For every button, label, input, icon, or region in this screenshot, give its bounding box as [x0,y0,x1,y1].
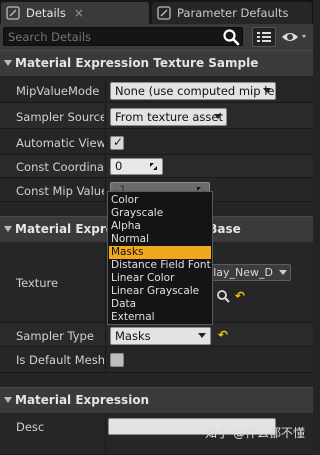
parameter-defaults-icon [157,6,171,20]
menu-item-grayscale[interactable]: Grayscale [109,207,211,220]
tab-parameter-defaults-label: Parameter Defaults [177,6,289,20]
chevron-down-icon [214,114,222,119]
expand-arrow-icon [4,60,12,66]
mip-value-mode-combo[interactable]: None (use computed mip level) [110,82,276,100]
texture-asset-name: T_Brick_Clay_New_D [211,266,273,279]
chevron-down-icon [198,333,206,338]
sampler-source-combo[interactable]: From texture asset [110,108,227,126]
menu-item-color[interactable]: Color [109,194,211,207]
reset-arrow-icon[interactable]: ↶ [218,328,228,342]
automatic-view-mip-bias-checkbox[interactable]: ✓ [110,135,124,150]
menu-item-linear-grayscale[interactable]: Linear Grayscale [109,285,211,298]
menu-item-alpha[interactable]: Alpha [109,220,211,233]
drag-handle-icon [150,163,157,170]
is-default-meshpaint-label: Is Default Meshpaint Texture [16,353,104,367]
sampler-type-combo[interactable]: Masks [110,327,211,345]
column-splitter[interactable] [105,243,106,373]
watermark: 知乎 @什么都不懂 [205,426,305,440]
details-icon [6,6,20,20]
view-options-button[interactable] [252,27,276,47]
menu-item-external[interactable]: External [109,311,211,324]
chevron-down-icon [279,270,287,275]
sampler-type-label: Sampler Type [16,329,94,343]
close-icon[interactable]: × [74,6,84,20]
checkmark-icon: ✓ [113,135,124,149]
sampler-source-value: From texture asset [115,110,223,124]
const-mip-value-label: Const Mip Value [16,184,104,198]
const-coordinate-label: Const Coordinate [16,160,104,174]
menu-item-data[interactable]: Data [109,298,211,311]
automatic-view-mip-bias-label: Automatic View Mip Bias [16,136,104,150]
visibility-options-button[interactable] [280,28,310,46]
column-splitter[interactable] [105,77,106,202]
menu-item-distance-field-font[interactable]: Distance Field Font [109,259,211,272]
list-view-icon [257,32,271,42]
is-default-meshpaint-checkbox[interactable] [110,353,124,367]
tab-details[interactable]: Details × [1,2,149,24]
column-splitter[interactable] [105,414,106,455]
texture-label: Texture [16,276,59,290]
desc-label: Desc [16,420,45,434]
sampler-type-value: Masks [115,329,151,343]
category-label: Material Expression [15,393,150,407]
menu-item-masks[interactable]: Masks [109,246,211,259]
search-icon[interactable] [222,28,240,46]
category-label: Material Expression Texture Sample [15,56,259,70]
const-coordinate-value: 0 [115,159,123,173]
category-material-expression[interactable]: Material Expression [0,387,313,413]
mip-value-mode-value: None (use computed mip level) [115,84,275,98]
menu-item-normal[interactable]: Normal [109,233,211,246]
search-input[interactable] [3,27,243,46]
sampler-type-dropdown-menu: Color Grayscale Alpha Normal Masks Dista… [107,191,213,325]
texture-asset-picker[interactable]: T_Brick_Clay_New_D [210,264,291,281]
browse-search-icon[interactable] [216,289,230,306]
category-texture-sample[interactable]: Material Expression Texture Sample [0,50,313,76]
reset-arrow-icon[interactable]: ↶ [235,289,245,303]
tab-details-label: Details [26,6,66,20]
eye-icon [282,33,306,41]
menu-item-linear-color[interactable]: Linear Color [109,272,211,285]
const-coordinate-field[interactable]: 0 [110,158,163,175]
chevron-down-icon [263,88,271,93]
sampler-source-label: Sampler Source [16,110,104,124]
mip-value-mode-label: MipValueMode [16,84,100,98]
expand-arrow-icon [4,226,12,232]
expand-arrow-icon [4,397,12,403]
tab-parameter-defaults[interactable]: Parameter Defaults [152,2,312,24]
